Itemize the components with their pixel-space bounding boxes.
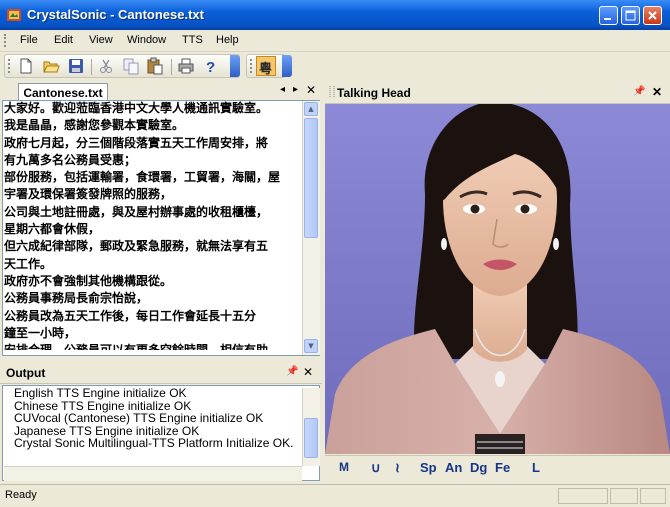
editor-line[interactable]: 政府亦不會強制其他機構跟從。 xyxy=(4,273,300,290)
tab-cantonese-txt[interactable]: Cantonese.txt xyxy=(18,83,108,101)
menu-help[interactable]: Help xyxy=(216,34,239,46)
editor-line[interactable]: 鐘至一小時， xyxy=(4,325,300,342)
app-icon xyxy=(7,9,21,21)
menu-file[interactable]: File xyxy=(20,34,38,46)
scroll-thumb[interactable] xyxy=(304,118,318,238)
toolbar-grip[interactable] xyxy=(8,59,13,73)
menu-view[interactable]: View xyxy=(89,34,113,46)
menu-edit[interactable]: Edit xyxy=(54,34,73,46)
toolbar-grip[interactable] xyxy=(250,59,255,73)
control-fe[interactable]: Fe xyxy=(495,460,510,475)
tab-scroll-left-icon[interactable]: ◂ xyxy=(280,84,285,95)
close-talking-head-icon[interactable]: ✕ xyxy=(652,85,662,99)
talking-head-title: Talking Head xyxy=(337,86,411,100)
output-line: Crystal Sonic Multilingual-TTS Platform … xyxy=(14,436,294,450)
talking-head-controls: M ∪ ≀ Sp An Dg Fe L xyxy=(325,455,670,482)
cantonese-mode-button[interactable]: 粵 xyxy=(256,56,276,77)
output-title: Output xyxy=(6,366,46,380)
avatar-illustration xyxy=(325,104,670,454)
control-mouth[interactable]: M xyxy=(339,460,349,474)
editor-line[interactable]: 有九萬多名公務員受惠； xyxy=(4,152,300,169)
toolbar: ? 粵 xyxy=(0,52,670,80)
editor-line[interactable]: 公務員改為五天工作後，每日工作會延長十五分 xyxy=(4,308,300,325)
output-vertical-scrollbar[interactable] xyxy=(302,388,320,466)
help-icon[interactable]: ? xyxy=(202,57,220,75)
scroll-down-icon[interactable]: ▼ xyxy=(304,339,318,353)
close-output-icon[interactable]: ✕ xyxy=(303,365,313,379)
status-panel xyxy=(558,488,608,504)
toolbar-separator xyxy=(91,59,92,75)
status-bar: Ready xyxy=(0,484,670,507)
save-icon[interactable] xyxy=(67,57,85,75)
status-panel xyxy=(610,488,638,504)
toolbar-overflow-chevron[interactable] xyxy=(230,55,240,77)
maximize-button[interactable] xyxy=(621,6,640,25)
new-file-icon[interactable] xyxy=(17,57,35,75)
minimize-icon xyxy=(604,18,611,20)
editor-line[interactable]: 我是晶晶，感謝您參觀本實驗室。 xyxy=(4,117,300,134)
control-sp[interactable]: Sp xyxy=(420,460,437,475)
editor-line[interactable]: 但六成紀律部隊，郵政及緊急服務，就無法享有五 xyxy=(4,238,300,255)
standard-toolbar: ? xyxy=(4,54,240,78)
editor-line[interactable]: 天工作。 xyxy=(4,256,300,273)
editor-vertical-scrollbar[interactable]: ▲ ▼ xyxy=(302,101,320,355)
control-wave[interactable]: ≀ xyxy=(395,460,400,476)
cantonese-mode-icon: 粵 xyxy=(259,62,273,77)
menu-bar: File Edit View Window TTS Help xyxy=(0,30,670,52)
control-dg[interactable]: Dg xyxy=(470,460,487,475)
svg-text:?: ? xyxy=(206,59,215,75)
menu-tts[interactable]: TTS xyxy=(182,34,203,46)
output-horizontal-scrollbar[interactable] xyxy=(4,466,302,481)
scroll-up-icon[interactable]: ▲ xyxy=(304,102,318,116)
output-header: Output 📌 ✕ xyxy=(0,363,322,384)
control-smile[interactable]: ∪ xyxy=(371,460,381,476)
toolbar-separator xyxy=(171,59,172,75)
control-l[interactable]: L xyxy=(532,460,540,475)
editor-line[interactable]: 部份服務，包括運輸署，食環署，工貿署，海關，屋 xyxy=(4,169,300,186)
close-icon xyxy=(648,11,657,20)
talking-head-avatar xyxy=(325,104,670,454)
editor-line[interactable]: 政府七月起，分三個階段落實五天工作周安排，將 xyxy=(4,135,300,152)
editor-line[interactable]: 大家好。歡迎蒞臨香港中文大學人機通訊實驗室。 xyxy=(4,100,300,117)
paste-icon[interactable] xyxy=(146,57,164,75)
copy-icon[interactable] xyxy=(122,57,140,75)
control-an[interactable]: An xyxy=(445,460,462,475)
menu-window[interactable]: Window xyxy=(127,34,166,46)
close-document-icon[interactable]: ✕ xyxy=(306,83,316,97)
editor-text[interactable]: 大家好。歡迎蒞臨香港中文大學人機通訊實驗室。 我是晶晶，感謝您參觀本實驗室。 政府七… xyxy=(4,100,300,350)
tts-toolbar: 粵 xyxy=(246,54,286,78)
title-bar: CrystalSonic - Cantonese.txt xyxy=(0,0,670,30)
status-panel xyxy=(640,488,666,504)
pin-icon[interactable]: 📌 xyxy=(286,366,298,377)
open-folder-icon[interactable] xyxy=(42,57,60,75)
menu-grip[interactable] xyxy=(4,34,9,47)
print-icon[interactable] xyxy=(177,57,195,75)
tts-toolbar-chevron[interactable] xyxy=(282,55,292,77)
editor-line[interactable]: 安排合理，公務員可以有更多空餘時間，相信有助 xyxy=(4,342,300,350)
window-title: CrystalSonic - Cantonese.txt xyxy=(27,7,204,22)
editor-line[interactable]: 公司與土地註冊處，與及屋村辦事處的收租櫃檯， xyxy=(4,204,300,221)
pin-icon[interactable]: 📌 xyxy=(633,86,645,97)
talking-head-header: Talking Head 📌 ✕ xyxy=(325,82,670,104)
minimize-button[interactable] xyxy=(599,6,618,25)
tab-scroll-right-icon[interactable]: ▸ xyxy=(293,84,298,95)
editor-line[interactable]: 公務員事務局長俞宗怡說， xyxy=(4,290,300,307)
close-button[interactable] xyxy=(643,6,662,25)
maximize-icon xyxy=(625,10,636,21)
editor-line[interactable]: 宇署及環保署簽發牌照的服務， xyxy=(4,186,300,203)
output-scroll-thumb[interactable] xyxy=(304,418,318,458)
cut-icon[interactable] xyxy=(97,57,115,75)
editor-line[interactable]: 星期六都會休假， xyxy=(4,221,300,238)
status-text: Ready xyxy=(5,489,37,501)
